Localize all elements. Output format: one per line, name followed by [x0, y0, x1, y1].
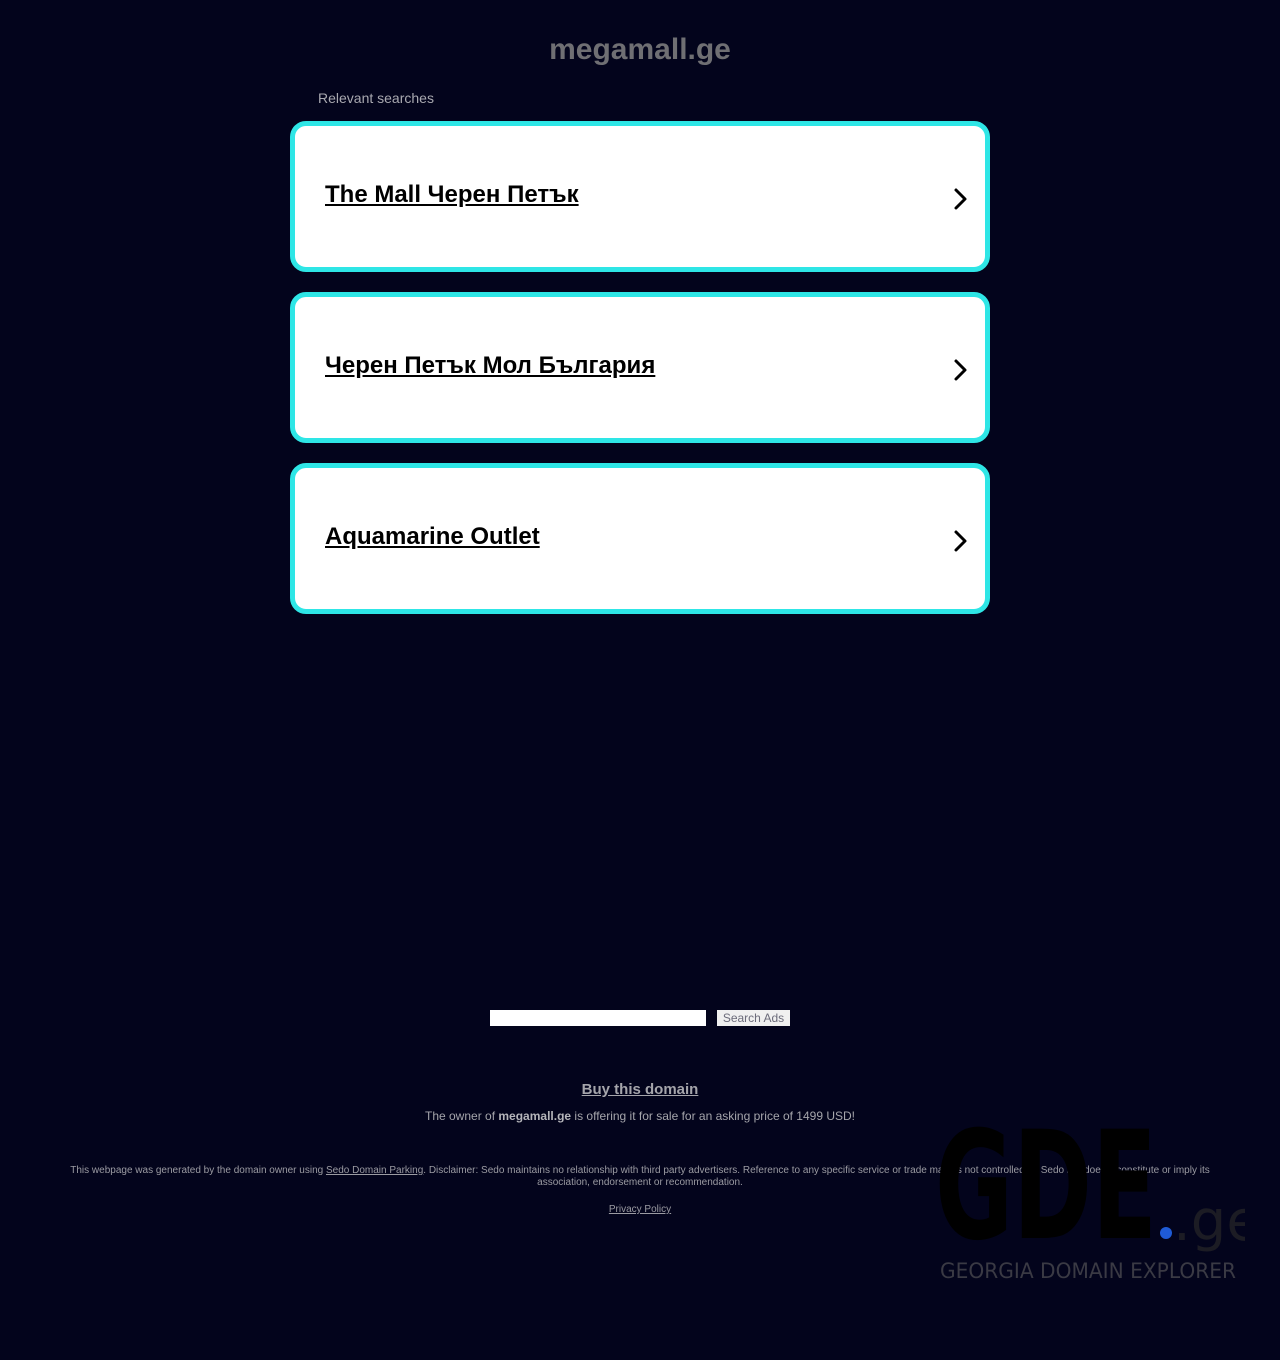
search-link-label[interactable]: Черен Петък Мол България [325, 351, 655, 381]
disclaimer-prefix: This webpage was generated by the domain… [70, 1165, 326, 1176]
sedo-parking-link[interactable]: Sedo Domain Parking [326, 1165, 423, 1176]
search-link-card-3[interactable]: Aquamarine Outlet [290, 463, 990, 614]
buy-domain-link[interactable]: Buy this domain [582, 1081, 699, 1098]
gde-logo-text: GDE [935, 1110, 1157, 1274]
privacy-policy-link[interactable]: Privacy Policy [609, 1204, 671, 1215]
page-title: megamall.ge [549, 33, 731, 66]
sale-notice-suffix: is offering it for sale for an asking pr… [571, 1109, 855, 1123]
search-link-card-2[interactable]: Черен Петък Мол България [290, 292, 990, 443]
search-link-label[interactable]: Aquamarine Outlet [325, 522, 540, 552]
parking-page: megamall.ge Relevant searches The Mall Ч… [0, 0, 1280, 1360]
sale-notice-domain: megamall.ge [498, 1109, 572, 1123]
gde-logo-suffix: .ge [1173, 1189, 1245, 1254]
search-link-card-1[interactable]: The Mall Черен Петък [290, 121, 990, 272]
search-link-label[interactable]: The Mall Черен Петък [325, 180, 579, 210]
relevant-searches-heading: Relevant searches [318, 90, 434, 106]
gde-logo-dot [1160, 1227, 1172, 1239]
gde-logo-tagline: GEORGIA DOMAIN EXPLORER [940, 1259, 1236, 1283]
search-ads-button[interactable]: Search Ads [717, 1010, 790, 1026]
sale-notice-prefix: The owner of [425, 1109, 499, 1123]
gde-logo: GDE .ge GEORGIA DOMAIN EXPLORER [935, 1110, 1245, 1283]
chevron-right-icon [954, 530, 967, 552]
search-input[interactable] [490, 1010, 706, 1026]
chevron-right-icon [954, 188, 967, 210]
chevron-right-icon [954, 359, 967, 381]
buy-domain-section: Buy this domain [0, 1081, 1280, 1099]
